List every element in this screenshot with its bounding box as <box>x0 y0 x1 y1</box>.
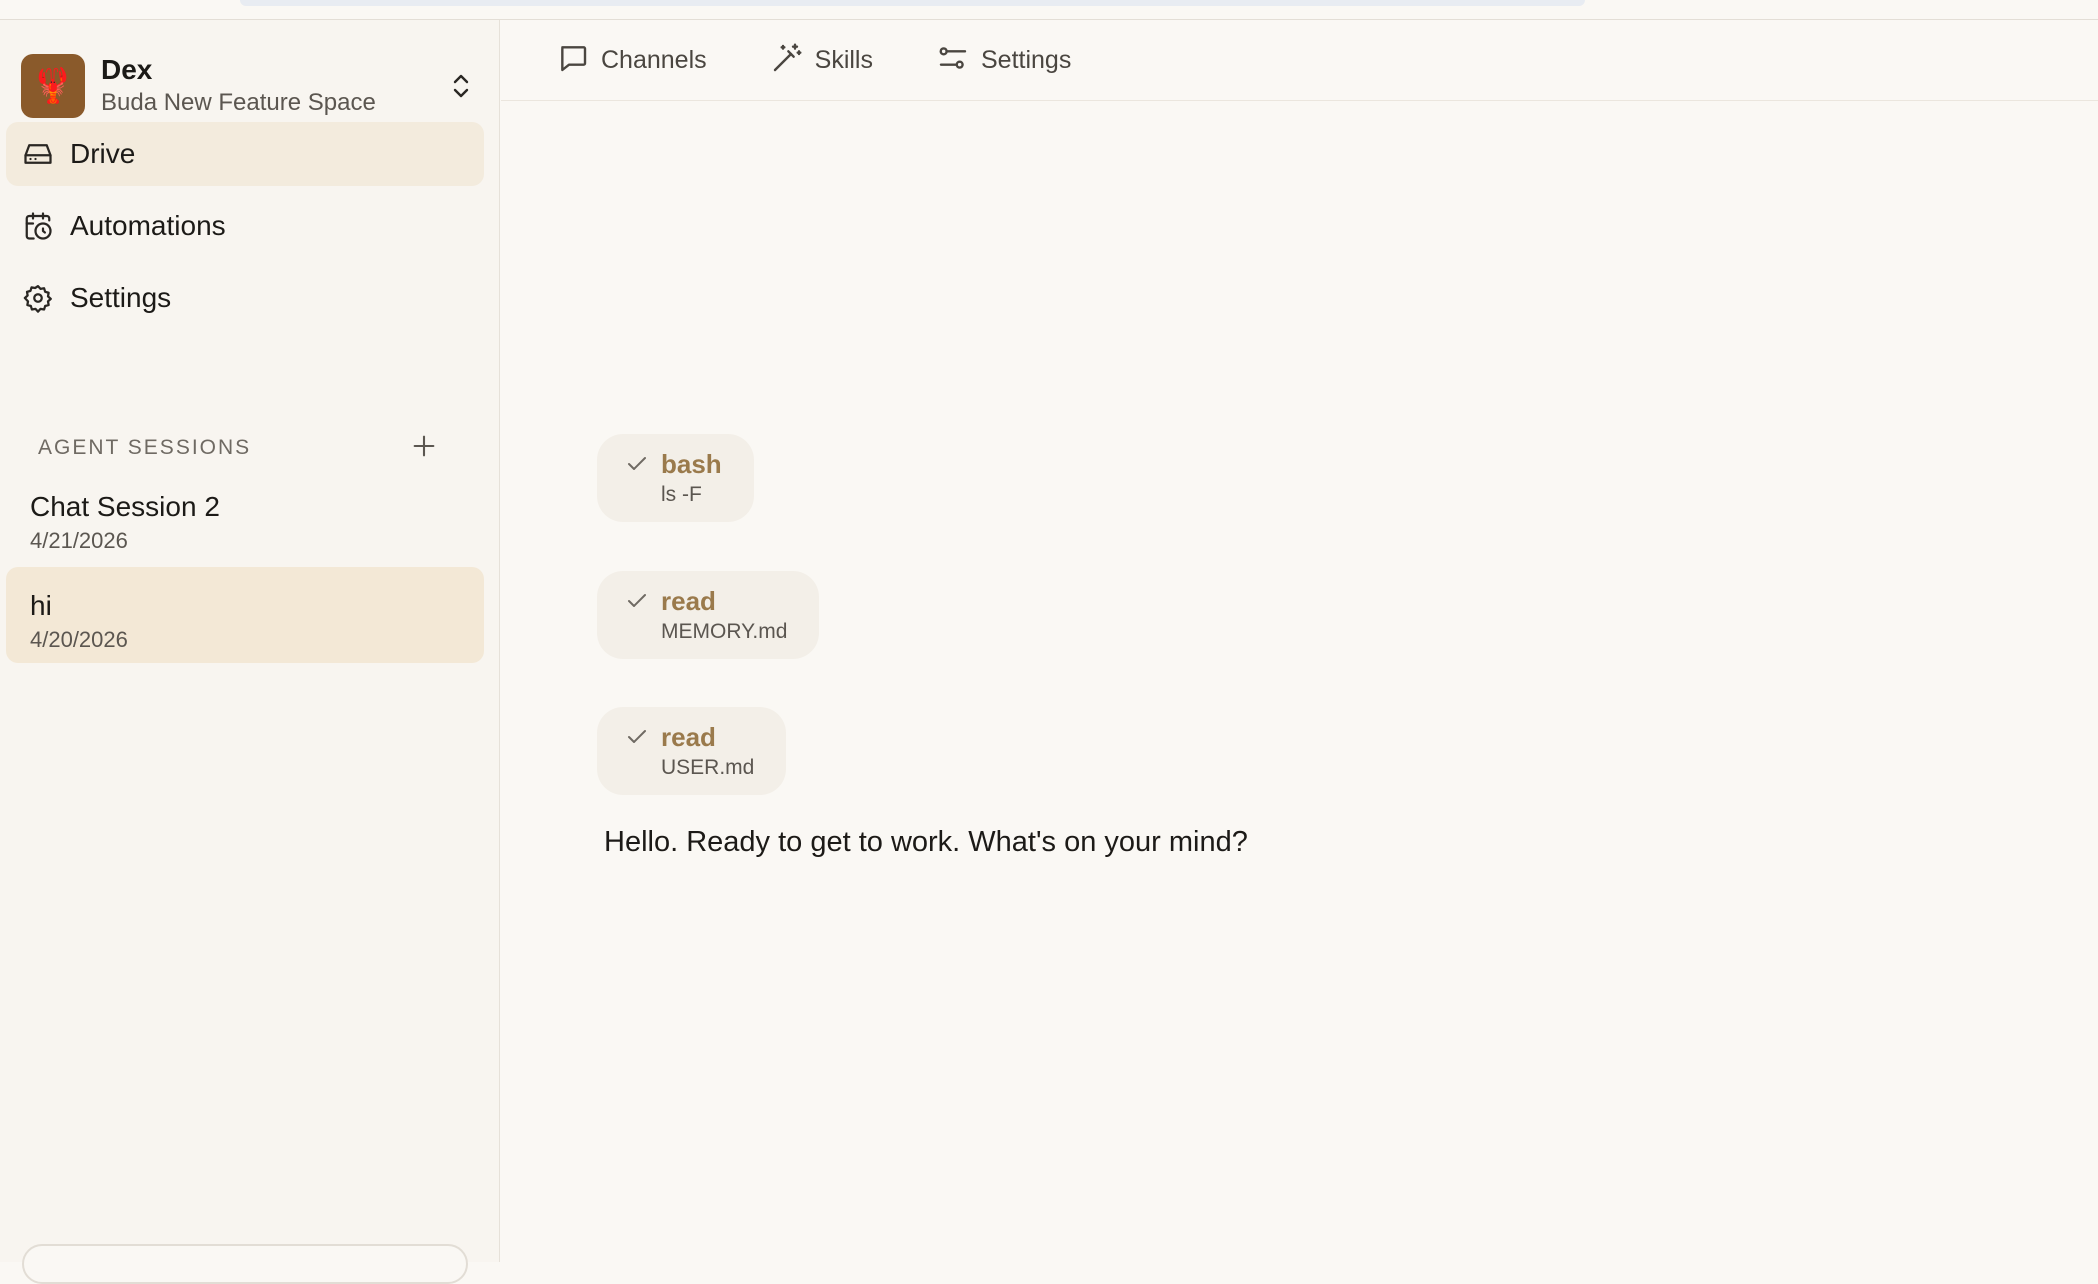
sidebar-item-automations[interactable]: Automations <box>6 194 484 258</box>
tool-call-text: read USER.md <box>661 721 754 795</box>
chevron-up-down-icon[interactable] <box>441 66 481 106</box>
tab-settings[interactable]: Settings <box>937 30 1071 90</box>
check-icon <box>625 725 649 749</box>
sidebar-item-drive[interactable]: Drive <box>6 122 484 186</box>
tool-call-text: read MEMORY.md <box>661 585 787 659</box>
tab-label: Skills <box>814 45 873 74</box>
tool-call-chip[interactable]: bash ls -F <box>597 434 754 522</box>
workspace-switcher[interactable]: 🦞 Dex Buda New Feature Space <box>21 52 481 120</box>
agent-sessions-header: AGENT SESSIONS <box>38 430 438 466</box>
tab-skills[interactable]: Skills <box>771 30 873 90</box>
drive-icon <box>22 138 54 170</box>
tab-channels[interactable]: Channels <box>557 30 707 90</box>
tool-name: read <box>661 722 716 752</box>
sidebar-item-label: Drive <box>70 138 136 169</box>
plus-icon[interactable] <box>410 432 438 465</box>
session-title: hi <box>30 590 52 621</box>
session-item[interactable]: Chat Session 2 4/21/2026 <box>6 468 484 564</box>
sidebar-item-settings[interactable]: Settings <box>6 266 484 330</box>
calendar-clock-icon <box>22 210 54 242</box>
session-title: Chat Session 2 <box>30 491 220 522</box>
address-bar-edge <box>240 0 1585 6</box>
sidebar-footer-card[interactable] <box>22 1244 468 1284</box>
assistant-reply: Hello. Ready to get to work. What's on y… <box>604 826 1248 858</box>
tool-call-chip[interactable]: read MEMORY.md <box>597 571 820 659</box>
browser-top-strip <box>0 0 2098 20</box>
tool-call-text: bash ls -F <box>661 448 722 522</box>
section-title: AGENT SESSIONS <box>38 436 252 459</box>
sidebar-item-label: Automations <box>70 210 226 241</box>
chat-bubble-icon <box>557 42 589 79</box>
tab-label: Channels <box>601 45 707 74</box>
session-date: 4/20/2026 <box>30 627 128 652</box>
check-icon <box>625 452 649 476</box>
magic-wand-icon <box>771 42 803 79</box>
sidebar: 🦞 Dex Buda New Feature Space Drive Autom… <box>0 20 500 1284</box>
sidebar-item-label: Settings <box>70 282 172 313</box>
tool-argument: ls -F <box>661 483 702 506</box>
tab-label: Settings <box>980 45 1072 74</box>
tool-call-chip[interactable]: read USER.md <box>597 707 787 795</box>
session-item[interactable]: hi 4/20/2026 <box>6 567 484 663</box>
lobster-avatar-icon: 🦞 <box>21 54 85 118</box>
tool-argument: MEMORY.md <box>661 620 788 643</box>
check-icon <box>625 589 649 613</box>
tool-argument: USER.md <box>661 756 755 779</box>
workspace-name: Dex <box>101 54 153 85</box>
workspace-space-name: Buda New Feature Space <box>101 89 376 116</box>
workspace-info: Dex Buda New Feature Space <box>101 53 441 119</box>
session-date: 4/21/2026 <box>30 528 128 553</box>
tool-name: bash <box>661 449 722 479</box>
gear-icon <box>22 282 54 314</box>
sliders-icon <box>937 42 969 79</box>
top-tab-bar: Channels Skills Settings <box>501 20 2098 101</box>
tool-name: read <box>661 586 716 616</box>
